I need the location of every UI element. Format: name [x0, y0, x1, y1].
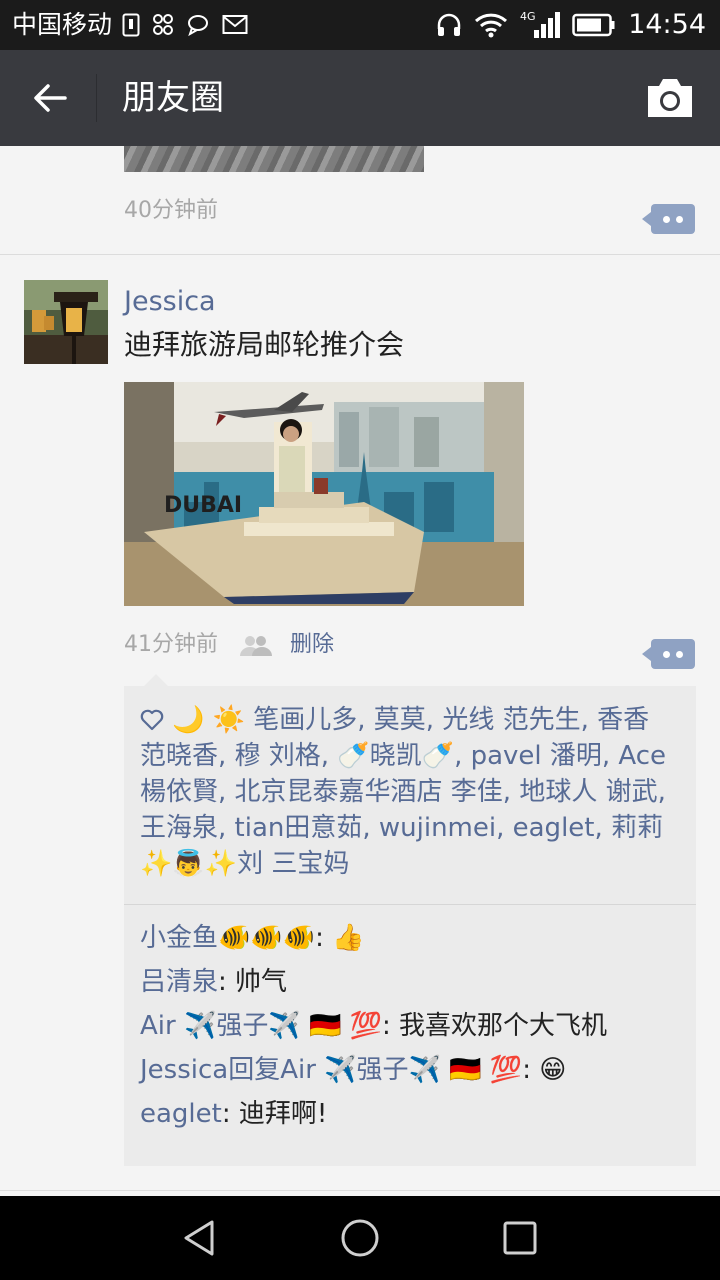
- nav-recents-button[interactable]: [496, 1214, 544, 1262]
- comment-text: 我喜欢那个大飞机: [399, 1011, 608, 1041]
- back-button[interactable]: [22, 70, 78, 126]
- previous-post-image[interactable]: [124, 146, 424, 172]
- camera-icon: [648, 79, 692, 117]
- post-text: 迪拜旅游局邮轮推介会: [124, 328, 405, 361]
- clock: 14:54: [628, 9, 706, 40]
- wifi-icon: [475, 13, 508, 38]
- comment-text: 迪拜啊!: [238, 1099, 328, 1129]
- comment-user[interactable]: eaglet: [140, 1099, 222, 1129]
- square-recents-icon: [503, 1221, 537, 1255]
- arrow-left-icon: [34, 84, 67, 112]
- status-bar: 中国移动 4G 14:54: [0, 0, 720, 50]
- comment-item[interactable]: Air ✈️强子✈️ 🇩🇪 💯: 我喜欢那个大飞机: [140, 1008, 690, 1044]
- page-title: 朋友圈: [122, 78, 224, 118]
- comment-user[interactable]: 小金鱼🐠🐠🐠: [140, 923, 315, 953]
- mail-icon: [222, 15, 248, 34]
- heart-icon: [140, 709, 164, 731]
- post-author[interactable]: Jessica: [124, 284, 216, 320]
- previous-post-comment-button[interactable]: [642, 204, 695, 234]
- circle-home-icon: [341, 1219, 379, 1257]
- dot-icon: [663, 216, 670, 223]
- comment-text: 👍: [332, 923, 365, 953]
- camera-button[interactable]: [644, 74, 696, 122]
- comments-list: 小金鱼🐠🐠🐠: 👍 吕清泉: 帅气 Air ✈️强子✈️ 🇩🇪 💯: 我喜欢那个…: [140, 920, 690, 1140]
- comment-user[interactable]: 吕清泉: [140, 967, 218, 997]
- svg-text:DUBAI: DUBAI: [164, 493, 242, 518]
- app-notification-icon: [153, 14, 173, 35]
- dot-icon: [676, 651, 683, 658]
- header-divider: [96, 74, 97, 122]
- nav-home-button[interactable]: [336, 1214, 384, 1262]
- previous-post-time: 40分钟前: [124, 198, 218, 223]
- comment-item[interactable]: 吕清泉: 帅气: [140, 964, 690, 1000]
- post-divider: [0, 254, 720, 255]
- likes-text[interactable]: 🌙 ☀️ 笔画儿多, 莫莫, 光线 范先生, 香香 范晓香, 穆 刘格, 🍼晓凯…: [140, 705, 666, 879]
- post-divider: [0, 1190, 720, 1191]
- notification-icons: [122, 11, 248, 39]
- likes-divider: [124, 904, 696, 905]
- status-right: 4G 14:54: [436, 8, 706, 42]
- comment-user[interactable]: Jessica回复Air ✈️强子✈️ 🇩🇪 💯: [140, 1055, 522, 1085]
- comment-item[interactable]: Jessica回复Air ✈️强子✈️ 🇩🇪 💯: 😁: [140, 1052, 690, 1088]
- network-type: 4G: [520, 10, 536, 23]
- comments-box: 🌙 ☀️ 笔画儿多, 莫莫, 光线 范先生, 香香 范晓香, 穆 刘格, 🍼晓凯…: [124, 674, 696, 1166]
- post-image[interactable]: DUBAI: [124, 382, 524, 606]
- comment-item[interactable]: eaglet: 迪拜啊!: [140, 1096, 690, 1132]
- sim-icon: [122, 13, 140, 37]
- comment-user[interactable]: Air ✈️强子✈️ 🇩🇪 💯: [140, 1011, 382, 1041]
- headphones-icon: [437, 13, 461, 36]
- avatar[interactable]: [24, 280, 108, 364]
- nav-back-button[interactable]: [176, 1214, 224, 1262]
- comments-box-arrow: [144, 674, 168, 686]
- system-nav-bar: [0, 1196, 720, 1280]
- dot-icon: [663, 651, 670, 658]
- moments-feed[interactable]: 40分钟前 Jessica 迪拜旅游局邮轮推介会 DUBAI 41分钟前 删除 …: [0, 146, 720, 1196]
- battery-icon: [572, 13, 615, 37]
- cellular-signal-icon: 4G: [520, 10, 561, 38]
- likes-list[interactable]: 🌙 ☀️ 笔画儿多, 莫莫, 光线 范先生, 香香 范晓香, 穆 刘格, 🍼晓凯…: [140, 702, 680, 882]
- app-header: 朋友圈: [0, 50, 720, 146]
- dot-icon: [676, 216, 683, 223]
- post-meta: 41分钟前 删除: [124, 630, 334, 660]
- comment-text: 😁: [539, 1055, 567, 1085]
- carrier-name: 中国移动: [12, 10, 113, 39]
- post-time: 41分钟前: [124, 632, 218, 657]
- delete-button[interactable]: 删除: [290, 630, 334, 660]
- friends-icon[interactable]: [238, 634, 272, 656]
- post-comment-button[interactable]: [642, 639, 695, 669]
- chat-bubble-icon: [188, 15, 208, 37]
- comment-item[interactable]: 小金鱼🐠🐠🐠: 👍: [140, 920, 690, 956]
- triangle-back-icon: [184, 1220, 214, 1256]
- comment-text: 帅气: [235, 967, 288, 997]
